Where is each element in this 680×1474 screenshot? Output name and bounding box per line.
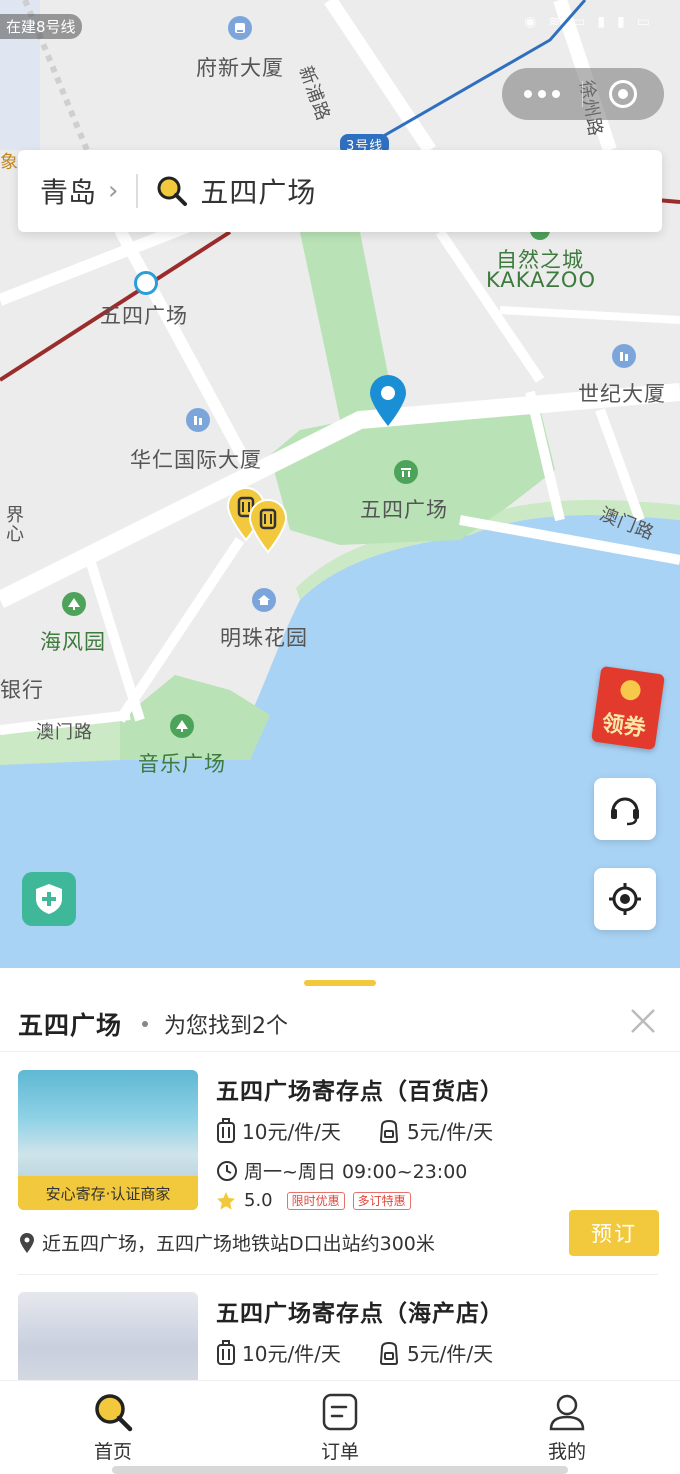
certified-badge: 安心寄存·认证商家 <box>18 1176 198 1210</box>
store-photo: 安心寄存·认证商家 <box>18 1070 198 1210</box>
price-large: 10元/件/天 <box>242 1120 341 1144</box>
building-icon <box>186 408 210 432</box>
rating-value: 5.0 <box>244 1190 273 1211</box>
home-indicator <box>112 1466 568 1474</box>
price-small: 5元/件/天 <box>406 1120 494 1144</box>
signal-icon: ▮ <box>617 14 625 30</box>
location-pin-icon[interactable] <box>368 374 408 428</box>
map-label-music: 音乐广场 <box>138 752 226 776</box>
map-label-metro-54: 五四广场 <box>100 304 188 328</box>
locate-button[interactable] <box>594 868 656 930</box>
price-small: 5元/件/天 <box>406 1342 494 1366</box>
shield-plus-icon <box>36 884 62 914</box>
crosshair-icon <box>609 883 641 915</box>
tab-label: 我的 <box>547 1441 586 1463</box>
suitcase-icon <box>217 1117 235 1143</box>
map-label-mingzhu: 明珠花园 <box>220 626 308 650</box>
promo-tag: 多订特惠 <box>352 1191 411 1210</box>
luggage-store-marker[interactable] <box>248 498 288 554</box>
search-input[interactable]: 五四广场 <box>200 171 316 211</box>
hd-icon: ▭ <box>572 14 586 30</box>
store-photo <box>18 1292 198 1380</box>
tab-profile[interactable]: 我的 <box>507 1391 627 1464</box>
user-icon <box>549 1394 585 1431</box>
landmark-icon <box>394 460 418 484</box>
tab-label: 订单 <box>320 1441 359 1463</box>
backpack-icon <box>379 1119 398 1143</box>
store-card[interactable]: 五四广场寄存点（海产店） 10元/件/天 5元/件/天 <box>0 1290 680 1380</box>
search-icon <box>157 176 188 206</box>
map-label-bank: 银行 <box>0 678 44 702</box>
sheet-header: 五四广场 为您找到2个 <box>0 996 680 1052</box>
close-icon[interactable] <box>628 1006 658 1036</box>
tree-icon <box>62 592 86 616</box>
signal-icon: ▮ <box>597 14 606 30</box>
map-label-edge-left: 界心 <box>3 505 24 543</box>
store-name: 五四广场寄存点（海产店） <box>216 1301 504 1327</box>
price-row: 10元/件/天 5元/件/天 <box>216 1338 493 1367</box>
battery-icon: ▭ <box>636 14 650 30</box>
city-label: 青岛 <box>40 176 97 209</box>
search-icon <box>95 1394 133 1432</box>
backpack-icon <box>379 1341 398 1365</box>
metro-station-icon <box>134 271 158 295</box>
close-circle-icon[interactable] <box>583 80 663 108</box>
status-icons: ◉ ≋ ▭ ▮ ▮ ▭ <box>524 14 650 30</box>
tree-icon <box>170 714 194 738</box>
house-icon <box>252 588 276 612</box>
map-label-kakazoo: KAKAZOO <box>486 268 596 292</box>
tab-orders[interactable]: 订单 <box>280 1391 400 1464</box>
star-icon <box>217 1191 235 1210</box>
building-icon <box>612 344 636 368</box>
clock-icon <box>217 1160 237 1181</box>
carrier-label: 在建8号线 <box>0 14 82 39</box>
more-dots-icon[interactable] <box>502 90 582 98</box>
customer-service-button[interactable] <box>594 778 656 840</box>
mini-program-capsule <box>502 68 664 120</box>
map-label-century: 世纪大厦 <box>578 382 666 406</box>
result-sheet: 五四广场 为您找到2个 安心寄存·认证商家 五四广场寄存点（百货店） 10元/件… <box>0 968 680 1380</box>
store-address: 近五四广场，五四广场地铁站D口出站约300米 <box>42 1233 435 1255</box>
price-row: 10元/件/天 5元/件/天 <box>216 1116 493 1145</box>
rating-row: 5.0 限时优惠 多订特惠 <box>216 1190 411 1211</box>
drag-handle[interactable] <box>304 980 376 986</box>
suitcase-icon <box>217 1339 235 1365</box>
book-button[interactable]: 预订 <box>569 1210 659 1256</box>
tab-home[interactable]: 首页 <box>53 1391 173 1464</box>
wifi-icon: ≋ <box>548 14 561 30</box>
tab-label: 首页 <box>93 1441 132 1463</box>
status-bar: 在建8号线 ◉ ≋ ▭ ▮ ▮ ▭ <box>0 0 680 50</box>
store-card[interactable]: 安心寄存·认证商家 五四广场寄存点（百货店） 10元/件/天 5元/件/天 周一… <box>0 1068 680 1273</box>
map-label-edge-xiang: 象 <box>0 152 19 173</box>
map-label-aomen2: 澳门路 <box>36 722 93 743</box>
map-label-haifeng: 海风园 <box>40 630 106 654</box>
chevron-right-icon: › <box>108 176 119 206</box>
city-selector[interactable]: 青岛 › <box>18 171 118 211</box>
price-large: 10元/件/天 <box>242 1342 341 1366</box>
location-pin-small-icon <box>20 1232 34 1253</box>
map-label-fuxin: 府新大厦 <box>196 56 284 80</box>
search-bar[interactable]: 青岛 › 五四广场 <box>18 150 662 232</box>
address-row: 近五四广场，五四广场地铁站D口出站约300米 <box>18 1229 435 1256</box>
sheet-title: 五四广场 <box>18 1010 123 1040</box>
coupon-label: 领券 <box>600 711 648 742</box>
headset-icon <box>611 797 639 826</box>
hours-row: 周一~周日 09:00~23:00 <box>216 1157 467 1184</box>
tab-bar: 首页 订单 我的 <box>0 1380 680 1474</box>
map-view[interactable]: 府新大厦 新浦路 徐州路 3号线 象 五四广场 自然之城 KAKAZOO 世纪大… <box>0 0 680 968</box>
promo-tag: 限时优惠 <box>286 1191 345 1210</box>
result-count: 为您找到2个 <box>164 1013 289 1039</box>
map-label-park-54: 五四广场 <box>360 498 448 522</box>
store-hours: 周一~周日 09:00~23:00 <box>244 1161 468 1183</box>
location-icon: ◉ <box>524 14 537 30</box>
coupon-button[interactable]: 领券 <box>591 665 665 751</box>
store-name: 五四广场寄存点（百货店） <box>216 1079 504 1105</box>
order-icon <box>322 1393 358 1431</box>
safety-button[interactable] <box>22 872 76 926</box>
map-label-huaren: 华仁国际大厦 <box>130 448 262 472</box>
